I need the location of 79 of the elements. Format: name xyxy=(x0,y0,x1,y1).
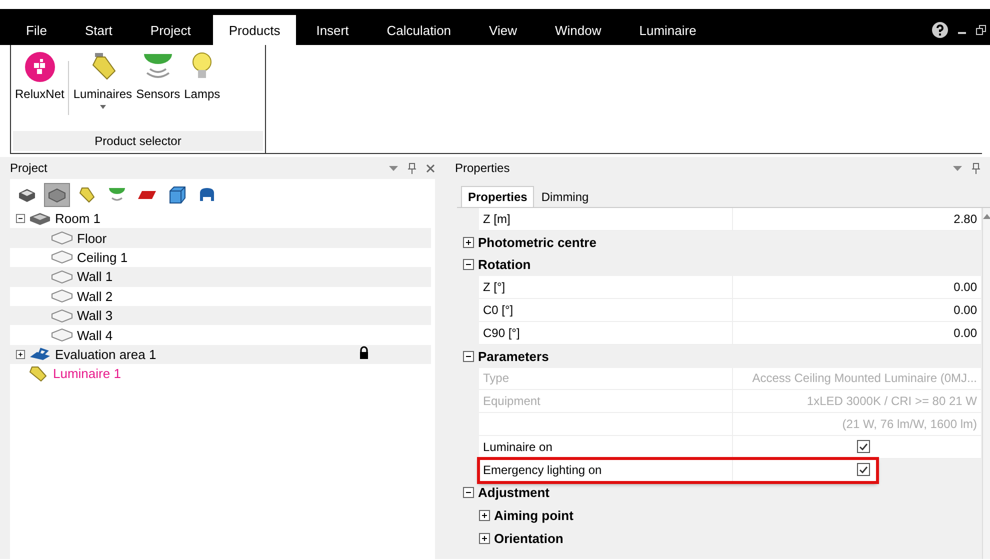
menu-tab[interactable]: Products xyxy=(212,15,296,45)
menu-tab[interactable]: Luminaire xyxy=(623,15,712,45)
menu-tab[interactable]: View xyxy=(473,15,533,45)
expand-icon[interactable] xyxy=(479,510,490,522)
surface-icon xyxy=(51,289,73,304)
network-icon xyxy=(24,51,56,83)
pin-icon[interactable] xyxy=(972,162,980,174)
group-label: Product selector xyxy=(13,131,263,151)
spotlight-icon xyxy=(78,186,96,204)
tree-item[interactable]: Evaluation area 1 xyxy=(55,346,156,362)
tree-item[interactable]: Wall 2 xyxy=(77,288,113,304)
tree-item[interactable]: Wall 3 xyxy=(77,308,113,324)
category-label: Orientation xyxy=(494,531,564,546)
category-label: Parameters xyxy=(478,348,549,364)
menu-tab[interactable]: Start xyxy=(68,15,128,45)
dropdown-icon[interactable] xyxy=(389,166,398,170)
collapse-icon[interactable] xyxy=(16,214,25,224)
surface-icon xyxy=(51,231,73,246)
restore-icon[interactable] xyxy=(976,25,986,35)
menu-tab[interactable]: File xyxy=(10,15,63,45)
category-label: Photometric centre xyxy=(478,234,596,250)
help-icon[interactable] xyxy=(932,22,948,38)
tab[interactable]: Dimming xyxy=(534,186,596,207)
property-value[interactable]: 0.00 xyxy=(954,303,977,318)
tree-item[interactable]: Wall 1 xyxy=(77,269,113,284)
surface-icon xyxy=(51,308,73,323)
collapse-icon[interactable] xyxy=(463,259,474,270)
property-label: Emergency lighting on xyxy=(483,462,602,477)
tree-item[interactable]: Luminaire 1 xyxy=(53,366,121,382)
expand-icon[interactable] xyxy=(463,236,474,248)
evaluation-area-icon xyxy=(29,347,51,362)
close-icon[interactable] xyxy=(426,164,435,172)
menu-tab[interactable]: Project xyxy=(134,15,207,45)
armchair-icon xyxy=(198,187,216,203)
plane-icon xyxy=(137,189,157,201)
property-value[interactable]: 0.00 xyxy=(954,326,977,340)
collapse-icon[interactable] xyxy=(463,487,474,498)
surface-icon xyxy=(51,250,73,264)
tree-item[interactable]: Room 1 xyxy=(55,211,101,226)
cube-icon xyxy=(168,186,186,204)
room-icon xyxy=(29,212,51,226)
surface-icon xyxy=(51,328,73,342)
menu-tab[interactable]: Calculation xyxy=(370,15,468,45)
ribbon-button[interactable]: Sensors xyxy=(134,51,182,123)
ribbon-button[interactable]: Luminaires xyxy=(71,51,134,123)
property-label: Z [m] xyxy=(483,212,510,226)
menu-tab[interactable]: Window xyxy=(539,15,618,45)
checkbox[interactable] xyxy=(857,463,870,476)
property-label: C0 [°] xyxy=(483,303,514,318)
property-value[interactable]: 0.00 xyxy=(954,280,977,294)
tree-item[interactable]: Floor xyxy=(77,230,107,246)
scroll-up-icon[interactable] xyxy=(983,214,990,219)
category-label: Adjustment xyxy=(478,485,550,500)
panel-title: Project xyxy=(10,161,48,175)
room-outline-icon xyxy=(47,187,67,203)
ribbon-button[interactable]: ReluxNet xyxy=(13,51,66,123)
property-label: Z [°] xyxy=(483,280,506,294)
room-icon xyxy=(17,187,37,203)
expand-icon[interactable] xyxy=(16,350,25,359)
tab[interactable]: Properties xyxy=(461,186,534,207)
menu-tab[interactable]: Insert xyxy=(300,15,365,45)
property-label: Luminaire on xyxy=(483,440,552,454)
property-label: C90 [°] xyxy=(483,326,520,340)
dropdown-icon[interactable] xyxy=(953,166,962,170)
collapse-icon[interactable] xyxy=(463,350,474,362)
property-value[interactable]: 2.80 xyxy=(954,212,977,226)
property-label: Equipment xyxy=(483,394,540,408)
category-label: Aiming point xyxy=(494,508,574,524)
panel-title: Properties xyxy=(455,161,510,175)
surface-icon xyxy=(51,270,73,284)
expand-icon[interactable] xyxy=(479,533,490,544)
property-label: Type xyxy=(483,371,510,386)
toolbar-button[interactable] xyxy=(44,183,70,207)
tree-item[interactable]: Ceiling 1 xyxy=(77,250,128,265)
tree-item[interactable]: Wall 4 xyxy=(77,328,113,343)
category-label: Rotation xyxy=(478,257,531,272)
checkbox[interactable] xyxy=(857,440,870,454)
pin-icon[interactable] xyxy=(408,162,416,174)
ribbon-button[interactable]: Lamps xyxy=(182,51,222,123)
